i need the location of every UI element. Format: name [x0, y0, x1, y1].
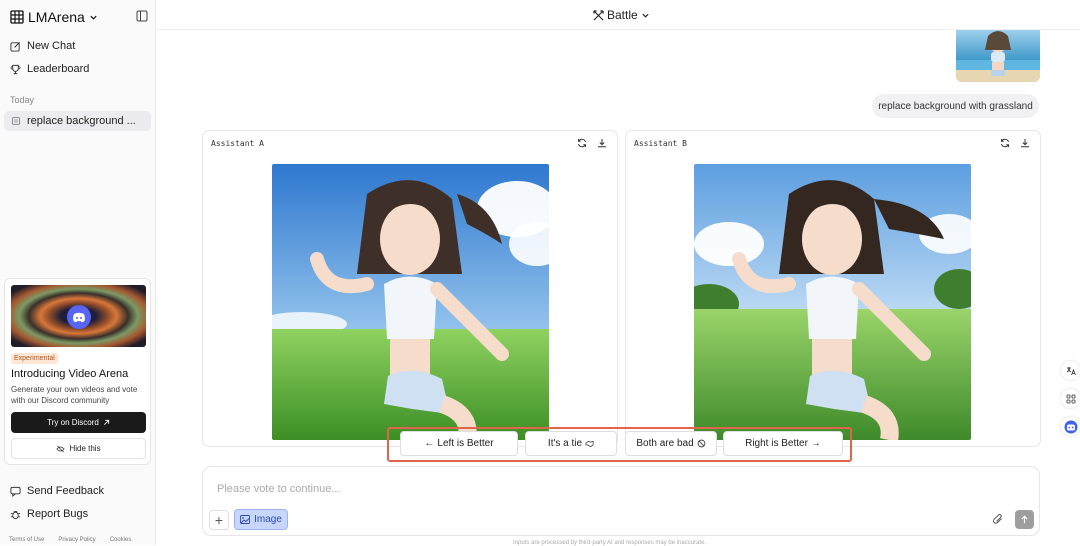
eye-off-icon: [56, 445, 66, 452]
translate-icon: [1066, 366, 1076, 375]
experimental-badge: Experimental: [11, 353, 58, 364]
send-feedback-button[interactable]: Send Feedback: [10, 485, 104, 497]
discord-logo-icon: [67, 305, 91, 329]
assistant-a-label: Assistant A: [211, 139, 264, 148]
feedback-icon: [10, 486, 21, 497]
cookies-link[interactable]: Cookies: [110, 537, 132, 543]
add-attachment-button[interactable]: +: [209, 510, 229, 530]
handshake-icon: [585, 440, 594, 447]
grid-icon: [1066, 394, 1075, 403]
tie-button[interactable]: It's a tie: [525, 431, 617, 456]
translate-button[interactable]: [1061, 361, 1080, 380]
send-button[interactable]: [1015, 510, 1034, 529]
left-is-better-label: Left is Better: [437, 438, 494, 449]
swords-icon: [593, 9, 604, 20]
section-today: Today: [10, 95, 35, 105]
message-composer: Please vote to continue... + Image: [202, 466, 1040, 536]
footer-links: Terms of Use Privacy Policy Cookies: [9, 537, 131, 543]
left-is-better-button[interactable]: ← Left is Better: [400, 431, 518, 456]
assistant-a-generated-image[interactable]: [272, 164, 549, 440]
image-mode-button[interactable]: Image: [234, 509, 288, 530]
assistant-b-panel: Assistant B: [625, 130, 1041, 447]
both-bad-button[interactable]: Both are bad: [625, 431, 717, 456]
tie-label: It's a tie: [547, 438, 583, 449]
try-on-discord-label: Try on Discord: [47, 418, 99, 427]
assistant-b-label: Assistant B: [634, 139, 687, 148]
mode-selector[interactable]: Battle: [593, 8, 650, 22]
disclaimer-text: Inputs are processed by third-party AI a…: [513, 540, 707, 546]
chat-history-item[interactable]: replace background ...: [4, 111, 151, 131]
arrow-right-icon: →: [810, 438, 821, 449]
user-uploaded-image[interactable]: [956, 30, 1040, 82]
sidebar: LMArena New Chat Leaderboard Today repla…: [0, 0, 156, 545]
sidebar-collapse-icon[interactable]: [136, 10, 148, 22]
terms-link[interactable]: Terms of Use: [9, 537, 44, 543]
hide-promo-button[interactable]: Hide this: [11, 438, 146, 459]
top-header: Battle: [157, 0, 1080, 30]
message-input[interactable]: Please vote to continue...: [217, 483, 341, 495]
paperclip-icon[interactable]: [992, 513, 1004, 525]
arrow-up-icon: [1021, 515, 1028, 524]
chat-history-label: replace background ...: [27, 115, 136, 127]
both-bad-label: Both are bad: [636, 438, 694, 449]
image-icon: [240, 515, 251, 524]
new-chat-button[interactable]: New Chat: [10, 40, 75, 52]
right-is-better-button[interactable]: Right is Better →: [723, 431, 843, 456]
bot-icon: [1064, 420, 1077, 433]
new-chat-label: New Chat: [27, 40, 76, 52]
chevron-down-icon: [642, 13, 649, 18]
try-on-discord-button[interactable]: Try on Discord: [11, 412, 146, 433]
assistant-b-tools: [1000, 138, 1030, 148]
download-icon[interactable]: [1020, 138, 1030, 148]
privacy-link[interactable]: Privacy Policy: [58, 537, 95, 543]
ban-icon: [697, 439, 705, 448]
mode-label: Battle: [607, 8, 638, 22]
leaderboard-label: Leaderboard: [27, 63, 90, 75]
bug-icon: [10, 510, 21, 519]
chevron-down-icon: [90, 15, 97, 20]
trophy-icon: [10, 64, 21, 74]
assistant-b-generated-image[interactable]: [694, 164, 971, 440]
apps-button[interactable]: [1061, 389, 1080, 408]
video-arena-promo: Experimental Introducing Video Arena Gen…: [4, 278, 151, 465]
plus-icon: +: [214, 512, 224, 528]
right-is-better-label: Right is Better: [745, 438, 808, 449]
image-mode-label: Image: [254, 514, 282, 525]
arrow-up-right-icon: [103, 419, 109, 425]
promo-image: [11, 285, 146, 347]
edit-icon: [10, 41, 20, 52]
regenerate-icon[interactable]: [577, 138, 587, 148]
send-feedback-label: Send Feedback: [27, 485, 105, 497]
report-bugs-label: Report Bugs: [27, 508, 89, 520]
brand-name: LMArena: [28, 9, 85, 25]
assistant-a-panel: Assistant A: [202, 130, 618, 447]
report-bugs-button[interactable]: Report Bugs: [10, 508, 88, 520]
hide-promo-label: Hide this: [69, 444, 101, 453]
grid-logo-icon: [10, 10, 24, 24]
user-message: replace background with grassland: [872, 94, 1039, 118]
image-chat-icon: [12, 117, 20, 125]
regenerate-icon[interactable]: [1000, 138, 1010, 148]
assistant-bot-button[interactable]: [1061, 417, 1080, 436]
brand-menu[interactable]: LMArena: [10, 9, 98, 25]
download-icon[interactable]: [597, 138, 607, 148]
promo-title: Introducing Video Arena: [11, 368, 129, 380]
leaderboard-button[interactable]: Leaderboard: [10, 63, 89, 75]
assistant-a-tools: [577, 138, 607, 148]
promo-description: Generate your own videos and vote with o…: [11, 385, 138, 405]
arrow-left-icon: ←: [424, 438, 435, 449]
